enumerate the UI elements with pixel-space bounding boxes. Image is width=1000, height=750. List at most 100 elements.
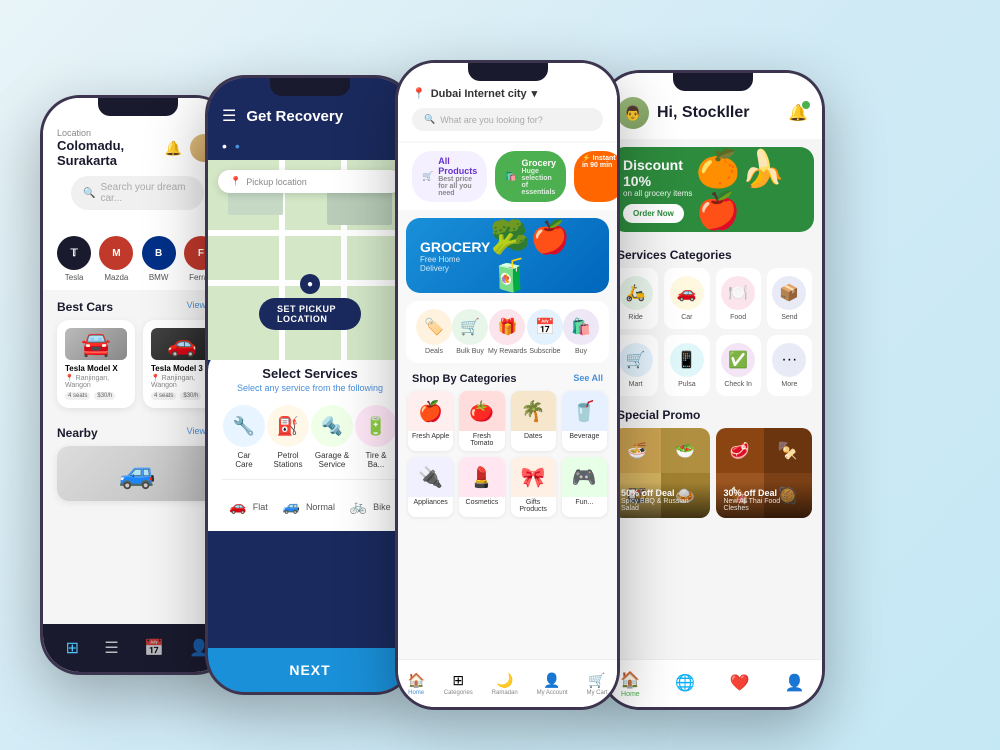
cat-subscribe[interactable]: 📅 Subscribe xyxy=(527,309,563,355)
order-now-button[interactable]: Order Now xyxy=(623,204,684,223)
service-car[interactable]: 🚗 Car xyxy=(664,268,709,329)
location-label: Location xyxy=(57,128,165,138)
product-appliances[interactable]: 🔌 Appliances xyxy=(408,457,453,517)
subscribe-icon: 📅 xyxy=(527,309,563,345)
apple-name: Fresh Apple xyxy=(408,431,453,444)
car-name-1: Tesla Model X xyxy=(65,364,127,373)
fun-img: 🎮 xyxy=(562,457,607,497)
flat-icon: 🚗 xyxy=(229,498,246,515)
food-label: Food xyxy=(730,314,746,321)
cat-rewards[interactable]: 🎁 My Rewards xyxy=(488,309,527,355)
product-fresh-apple[interactable]: 🍎 Fresh Apple xyxy=(408,391,453,451)
map-background: Hafeez Eye Centre H Strategic Systems In… xyxy=(208,160,412,360)
service-car-care[interactable]: 🔧 CarCare xyxy=(223,405,265,469)
promo-grid: 🍜 🥗 🍱 🍛 50% off Deal Spicy BBQ & Russian… xyxy=(603,428,822,518)
categories-row: 🏷️ Deals 🛒 Bulk Buy 🎁 My Rewards 📅 Subsc… xyxy=(406,301,609,363)
bbq-cell-2: 🍢 xyxy=(764,428,812,473)
service-send[interactable]: 📦 Send xyxy=(767,268,812,329)
see-all-link[interactable]: See All xyxy=(573,373,603,385)
flat-label: Flat xyxy=(253,502,268,512)
tab-grocery[interactable]: 🛍️ Grocery Huge selection of essentials xyxy=(495,151,566,202)
nav-calendar-icon[interactable]: 📅 xyxy=(144,638,164,658)
cat-bulk-buy[interactable]: 🛒 Bulk Buy xyxy=(452,309,488,355)
shopping-search[interactable]: 🔍 What are you looking for? xyxy=(412,108,603,131)
nav4-globe[interactable]: 🌐 xyxy=(675,673,695,694)
tire-label: Tire &Ba... xyxy=(365,451,386,469)
product-fun[interactable]: 🎮 Fun... xyxy=(562,457,607,517)
nav3-account-label: My Account xyxy=(537,690,568,696)
cat-buy[interactable]: 🛍️ Buy xyxy=(563,309,599,355)
user-avatar: 👨 xyxy=(617,97,649,129)
nav4-home-label: Home xyxy=(621,691,640,698)
nav3-cart[interactable]: 🛒 My Cart xyxy=(586,672,607,696)
promo-50off[interactable]: 🍜 🥗 🍱 🍛 50% off Deal Spicy BBQ & Russian… xyxy=(613,428,710,518)
phone1-bottom-nav: ⊞ ☰ 📅 👤 xyxy=(43,624,232,672)
nav4-wishlist[interactable]: ❤️ xyxy=(730,673,750,694)
notification-bell[interactable]: 🔔 xyxy=(788,103,808,123)
search-bar[interactable]: 🔍 Search your dream car... xyxy=(71,176,204,210)
set-pickup-button[interactable]: SET PICKUP LOCATION xyxy=(259,298,361,330)
grocery-banner[interactable]: GROCERY Free Home Delivery 🥦🍎🧃 xyxy=(406,218,609,293)
rewards-icon: 🎁 xyxy=(489,309,525,345)
tab-all-sub: Best price for all you need xyxy=(438,176,477,197)
product-cosmetics[interactable]: 💄 Cosmetics xyxy=(459,457,504,517)
menu-icon[interactable]: ☰ xyxy=(222,106,236,126)
tab-all-products[interactable]: 🛒 All Products Best price for all you ne… xyxy=(412,151,487,202)
service-food[interactable]: 🍽️ Food xyxy=(716,268,761,329)
phone3-bottom-nav: 🏠 Home ⊞ Categories 🌙 Ramadan 👤 My Accou… xyxy=(398,659,617,707)
service-pulsa[interactable]: 📱 Pulsa xyxy=(664,335,709,396)
fruit-decoration: 🍊🍌🍎 xyxy=(696,148,802,232)
road-horizontal-1 xyxy=(208,230,412,236)
service-more[interactable]: ··· More xyxy=(767,335,812,396)
product-dates[interactable]: 🌴 Dates xyxy=(511,391,556,451)
brand-bmw[interactable]: B BMW xyxy=(142,236,176,282)
cat-deals[interactable]: 🏷️ Deals xyxy=(416,309,452,355)
nav3-home[interactable]: 🏠 Home xyxy=(407,672,424,696)
garage-label: Garage &Service xyxy=(315,451,349,469)
promo-30off[interactable]: 🥩 🍢 🍖 🥘 30% off Deal New All Thai Food C… xyxy=(716,428,813,518)
nav3-account[interactable]: 👤 My Account xyxy=(537,672,568,696)
service-petrol[interactable]: ⛽ PetrolStations xyxy=(267,405,309,469)
bike-mode[interactable]: 🚲 Bike xyxy=(350,498,391,515)
service-garage[interactable]: 🔩 Garage &Service xyxy=(311,405,353,469)
more-label: More xyxy=(781,381,797,388)
greeting-row: 👨 Hi, Stockller xyxy=(617,97,749,129)
banner-items: 🥦🍎🧃 xyxy=(490,218,595,293)
nearby-title: Nearby xyxy=(57,426,98,440)
normal-icon: 🚙 xyxy=(283,498,300,515)
tab-grocery-label: Grocery xyxy=(521,158,556,168)
send-icon: 📦 xyxy=(772,276,806,310)
car-info-1: 4 seats $30/h xyxy=(65,392,127,400)
normal-mode[interactable]: 🚙 Normal xyxy=(283,498,335,515)
cars-list: 🚘 Tesla Model X 📍 Ranjingan, Wangon 4 se… xyxy=(43,320,232,408)
nearby-car[interactable]: 🚙 xyxy=(57,446,218,501)
nav-home-icon[interactable]: ⊞ xyxy=(66,638,79,658)
bell-icon[interactable]: 🔔 xyxy=(165,140,182,157)
next-button[interactable]: NEXT xyxy=(208,648,412,692)
car-seats-1: 4 seats xyxy=(65,392,90,400)
nav3-categories[interactable]: ⊞ Categories xyxy=(444,672,473,696)
tesla-label: Tesla xyxy=(65,273,84,282)
product-gifts[interactable]: 🎀 Gifts Products xyxy=(511,457,556,517)
car-card-1[interactable]: 🚘 Tesla Model X 📍 Ranjingan, Wangon 4 se… xyxy=(57,320,135,408)
service-tire[interactable]: 🔋 Tire &Ba... xyxy=(355,405,397,469)
nav3-cart-icon: 🛒 xyxy=(588,672,605,689)
pulsa-label: Pulsa xyxy=(678,381,696,388)
search-ph: What are you looking for? xyxy=(440,115,543,125)
service-checkin[interactable]: ✅ Check In xyxy=(716,335,761,396)
brand-tesla[interactable]: 𝕋 Tesla xyxy=(57,236,91,282)
product-beverage[interactable]: 🥤 Beverage xyxy=(562,391,607,451)
car-info-2: 4 seats $30/h xyxy=(151,392,213,400)
flat-mode[interactable]: 🚗 Flat xyxy=(229,498,267,515)
pickup-location-bar[interactable]: 📍 Pickup location xyxy=(218,170,402,193)
nav4-wishlist-icon: ❤️ xyxy=(730,673,750,693)
brand-mazda[interactable]: M Mazda xyxy=(99,236,133,282)
phone1-header-row: Location Colomadu, Surakarta 🔔 xyxy=(57,128,218,168)
car-care-label: CarCare xyxy=(235,451,252,469)
product-fresh-tomato[interactable]: 🍅 Fresh Tomato xyxy=(459,391,504,451)
nav3-ramadan[interactable]: 🌙 Ramadan xyxy=(492,672,518,696)
nav-menu-icon[interactable]: ☰ xyxy=(104,638,118,658)
banner-title: GROCERY xyxy=(420,239,490,255)
nav4-home[interactable]: 🏠 Home xyxy=(620,670,640,698)
nav4-account[interactable]: 👤 xyxy=(785,673,805,694)
